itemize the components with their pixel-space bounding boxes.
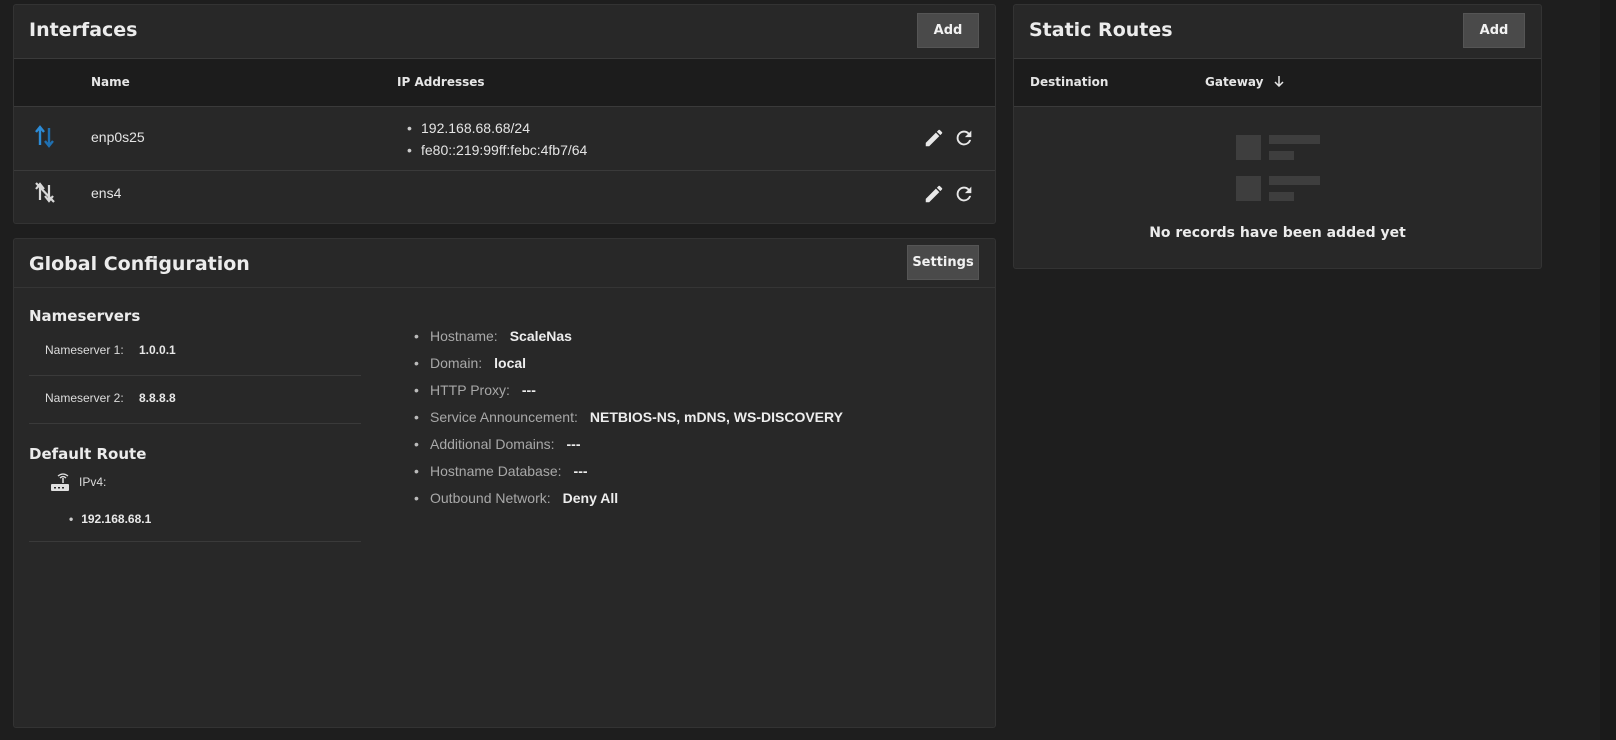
interface-name: enp0s25 (91, 129, 145, 145)
edit-icon[interactable] (923, 183, 945, 205)
nameserver-label: Nameserver 1: (45, 343, 124, 357)
interfaces-table-header: Name IP Addresses (14, 58, 995, 107)
nameserver-value: 8.8.8.8 (139, 391, 176, 405)
static-routes-table-header: Destination Gateway (1014, 58, 1541, 107)
detail-item: Additional Domains:--- (414, 431, 843, 458)
interfaces-title: Interfaces (29, 19, 138, 41)
column-header-destination[interactable]: Destination (1030, 75, 1108, 89)
link-up-icon (34, 123, 56, 154)
nameservers-heading: Nameservers (29, 307, 141, 325)
static-routes-card: Static Routes Add Destination Gateway No… (1013, 4, 1542, 269)
detail-item: Hostname:ScaleNas (414, 323, 843, 350)
empty-state-message: No records have been added yet (1149, 225, 1406, 241)
empty-list-icon (1236, 135, 1320, 206)
sort-arrow-down-icon (1274, 75, 1284, 90)
ipv4-gateway-item: • 192.168.68.1 (69, 512, 152, 526)
column-header-gateway[interactable]: Gateway (1205, 75, 1284, 90)
detail-item: HTTP Proxy:--- (414, 377, 843, 404)
table-row[interactable]: ens4 (14, 171, 995, 217)
edit-icon[interactable] (923, 127, 945, 149)
nameserver-row: Nameserver 2: 8.8.8.8 (29, 377, 361, 424)
default-route-heading: Default Route (29, 445, 147, 463)
divider (29, 541, 361, 542)
router-icon (50, 473, 70, 498)
detail-item: Service Announcement:NETBIOS-NS, mDNS, W… (414, 404, 843, 431)
detail-item: Outbound Network:Deny All (414, 485, 843, 512)
interface-name: ens4 (91, 185, 122, 201)
column-header-name[interactable]: Name (91, 75, 130, 89)
nameserver-label: Nameserver 2: (45, 391, 124, 405)
settings-button[interactable]: Settings (907, 245, 979, 280)
static-routes-title: Static Routes (1029, 19, 1173, 41)
ipv4-gateway-value: 192.168.68.1 (81, 512, 152, 526)
table-row[interactable]: enp0s25 192.168.68.68/24 fe80::219:99ff:… (14, 107, 995, 171)
refresh-icon[interactable] (953, 183, 975, 205)
interfaces-card: Interfaces Add Name IP Addresses enp0s25… (13, 4, 996, 224)
nameserver-value: 1.0.0.1 (139, 343, 176, 357)
column-header-ip-addresses[interactable]: IP Addresses (397, 75, 485, 89)
divider (14, 287, 995, 288)
ipv4-label: IPv4: (79, 475, 107, 489)
configuration-details-list: Hostname:ScaleNas Domain:local HTTP Prox… (414, 323, 843, 512)
ip-address: 192.168.68.68/24 (407, 117, 587, 139)
static-routes-add-button[interactable]: Add (1463, 13, 1525, 48)
detail-item: Domain:local (414, 350, 843, 377)
interfaces-add-button[interactable]: Add (917, 13, 979, 48)
ip-address-list: 192.168.68.68/24 fe80::219:99ff:febc:4fb… (407, 117, 587, 161)
ip-address: fe80::219:99ff:febc:4fb7/64 (407, 139, 587, 161)
global-configuration-card: Global Configuration Settings Nameserver… (13, 238, 996, 728)
nameserver-row: Nameserver 1: 1.0.0.1 (29, 329, 361, 376)
link-down-icon (34, 180, 56, 209)
refresh-icon[interactable] (953, 127, 975, 149)
page-scrollbar[interactable] (1600, 0, 1616, 740)
global-configuration-title: Global Configuration (29, 253, 250, 275)
detail-item: Hostname Database:--- (414, 458, 843, 485)
